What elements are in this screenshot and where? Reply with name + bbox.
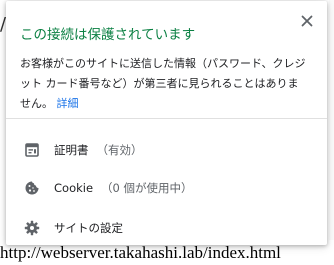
certificate-label: 証明書 [54, 143, 89, 157]
cookie-count: （0 個が使用中） [101, 181, 193, 195]
certificate-row[interactable]: 証明書 （有効） [6, 131, 327, 169]
cookie-icon [24, 180, 40, 196]
details-link[interactable]: 詳細 [57, 97, 79, 110]
site-settings-row[interactable]: サイトの設定 [6, 209, 327, 247]
certificate-icon [24, 142, 40, 158]
cookie-label: Cookie [54, 181, 94, 195]
gear-icon [24, 220, 40, 236]
divider [6, 118, 327, 119]
connection-secure-title: この接続は保護されています [20, 27, 196, 43]
close-icon [301, 15, 313, 27]
connection-description: お客様がこのサイトに送信した情報（パスワード、クレジット カード番号など）が第三… [20, 54, 308, 114]
site-info-popup: この接続は保護されています お客様がこのサイトに送信した情報（パスワード、クレジ… [6, 1, 327, 245]
background-edge [329, 0, 334, 240]
certificate-status: （有効） [96, 143, 143, 157]
cookie-row[interactable]: Cookie （0 個が使用中） [6, 169, 327, 207]
site-settings-label: サイトの設定 [54, 221, 123, 235]
close-button[interactable] [299, 13, 315, 29]
